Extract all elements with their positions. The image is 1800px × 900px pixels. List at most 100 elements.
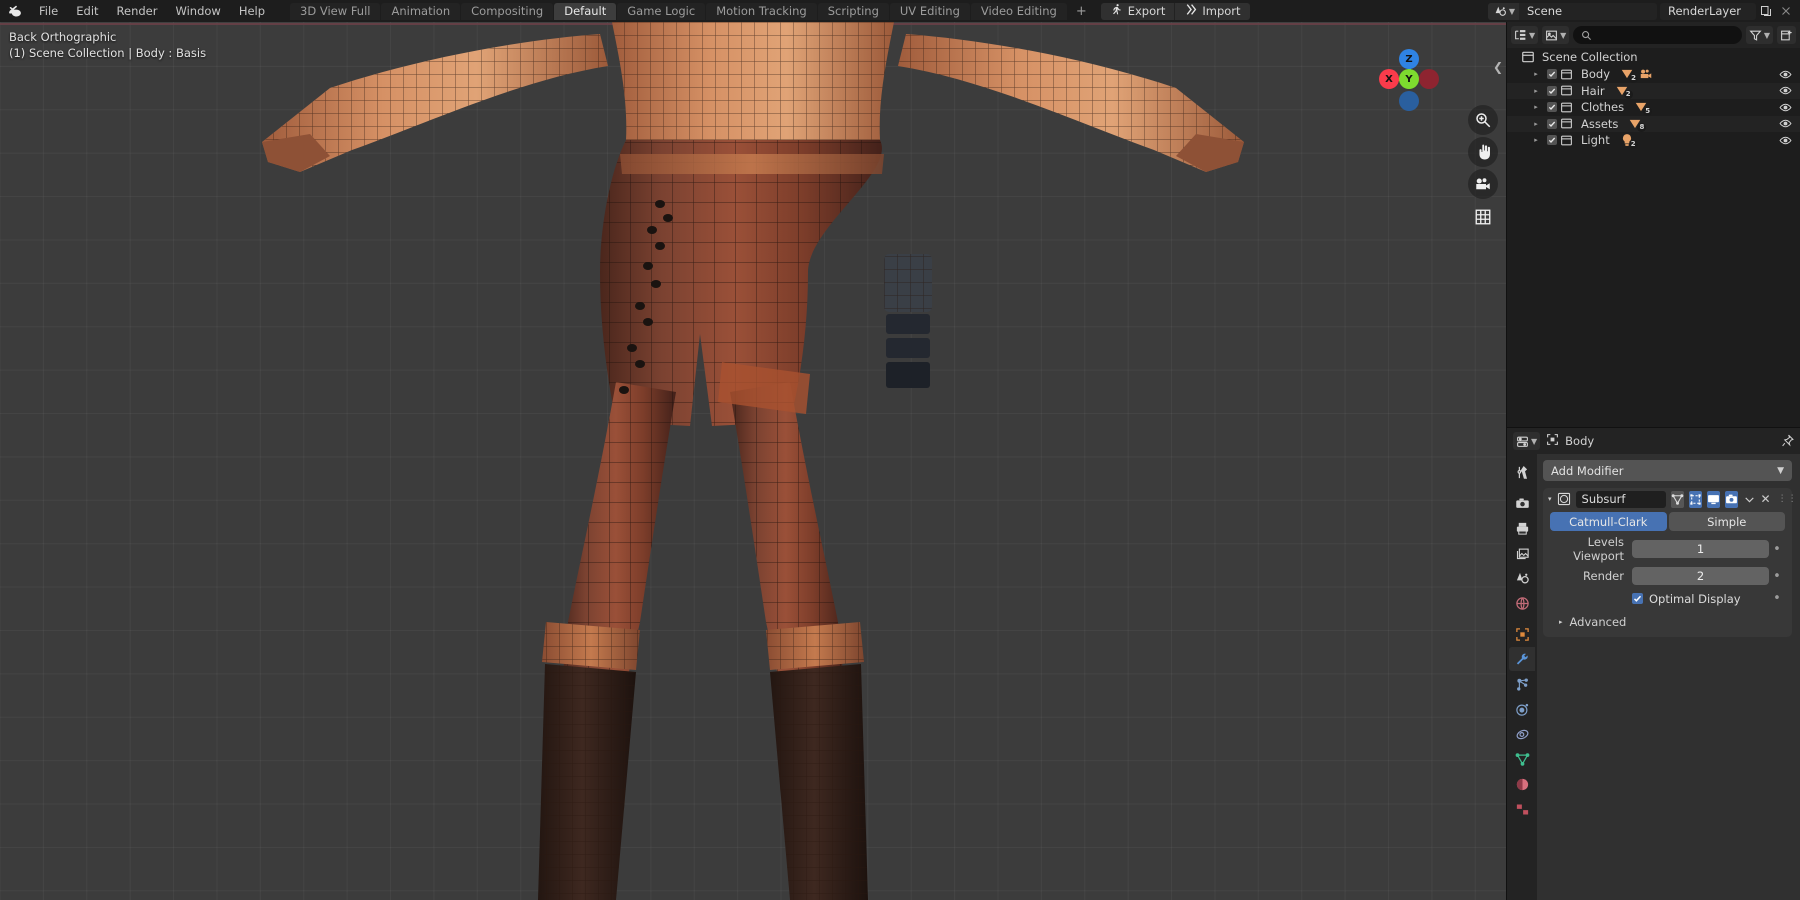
edit-mode-toggle[interactable] (1688, 490, 1702, 508)
add-modifier-button[interactable]: Add Modifier ▼ (1543, 460, 1792, 481)
menu-render[interactable]: Render (108, 0, 167, 22)
visibility-eye-icon[interactable] (1776, 117, 1794, 130)
chevron-left-icon[interactable]: ❮ (1493, 60, 1503, 74)
advanced-section-row[interactable]: ▸ Advanced (1559, 615, 1785, 629)
delete-modifier-close-x-icon[interactable]: ✕ (1761, 492, 1771, 506)
export-button[interactable]: Export (1101, 3, 1175, 20)
light-data-icon[interactable]: 2 (1620, 133, 1638, 149)
expand-triangle-icon[interactable]: ▸ (1529, 87, 1543, 95)
import-button[interactable]: Import (1174, 2, 1249, 20)
navigation-gizmo[interactable]: Z X Y (1366, 36, 1450, 120)
gizmo-neg-x-ball[interactable] (1419, 69, 1439, 89)
drag-grip-icon[interactable]: ⋮⋮ (1778, 495, 1797, 504)
close-x-icon[interactable] (1776, 3, 1796, 20)
tab-physics[interactable] (1509, 697, 1535, 721)
mesh-data-icon[interactable]: 2 (1620, 67, 1639, 83)
menu-edit[interactable]: Edit (67, 0, 107, 22)
tab-default[interactable]: Default (554, 2, 617, 20)
render-levels-value[interactable]: 2 (1632, 567, 1769, 585)
animate-property-dot-icon[interactable]: • (1769, 591, 1785, 606)
hand-pan-icon[interactable] (1468, 137, 1498, 167)
outliner-row-assets[interactable]: ▸ Assets 8 (1507, 115, 1800, 133)
tab-modifiers[interactable] (1509, 647, 1535, 671)
tab-object[interactable] (1509, 622, 1535, 646)
tab-world[interactable] (1509, 591, 1535, 615)
levels-viewport-value[interactable]: 1 (1632, 540, 1769, 558)
outliner-row-light[interactable]: ▸ Light 2 (1507, 132, 1800, 149)
checkbox-body[interactable] (1543, 69, 1560, 80)
scene-selector[interactable]: ▼ Scene (1487, 2, 1657, 20)
checkbox-assets[interactable] (1543, 118, 1560, 129)
gizmo-y-ball[interactable]: Y (1399, 69, 1419, 89)
animate-property-dot-icon[interactable]: • (1769, 542, 1785, 557)
search-input[interactable] (1597, 28, 1734, 42)
outliner-scene-collection-row[interactable]: Scene Collection (1507, 48, 1800, 66)
render-layer-name-field[interactable]: RenderLayer (1660, 3, 1756, 20)
expand-triangle-icon[interactable]: ▸ (1529, 136, 1543, 144)
outliner-row-hair[interactable]: ▸ Hair 2 (1507, 82, 1800, 100)
tab-game-logic[interactable]: Game Logic (617, 2, 706, 20)
gizmo-z-ball[interactable]: Z (1399, 49, 1419, 69)
menu-file[interactable]: File (30, 0, 67, 22)
mesh-data-icon[interactable]: 2 (1615, 83, 1633, 100)
character-mesh-object[interactable] (0, 22, 1506, 900)
gizmo-x-ball[interactable]: X (1379, 69, 1399, 89)
on-cage-toggle[interactable] (1670, 490, 1684, 508)
visibility-eye-icon[interactable] (1776, 68, 1794, 81)
tab-constraints[interactable] (1509, 722, 1535, 746)
expand-triangle-icon[interactable]: ▸ (1529, 70, 1543, 78)
outliner-display-mode-icon[interactable]: ▼ (1511, 26, 1539, 44)
checkbox-hair[interactable] (1543, 85, 1560, 96)
scene-icon[interactable]: ▼ (1487, 2, 1519, 20)
outliner-search[interactable] (1573, 26, 1742, 44)
checkbox-clothes[interactable] (1543, 102, 1560, 113)
pin-icon[interactable] (1781, 432, 1794, 451)
tab-compositing[interactable]: Compositing (461, 2, 554, 20)
modifier-extras-chevron-down-icon[interactable] (1743, 491, 1756, 508)
tab-object-data[interactable] (1509, 747, 1535, 771)
optimal-display-checkbox[interactable] (1632, 593, 1643, 604)
catmull-clark-button[interactable]: Catmull-Clark (1550, 512, 1667, 531)
blender-logo-icon[interactable] (0, 0, 30, 22)
checkbox-light[interactable] (1543, 135, 1560, 146)
tab-texture[interactable] (1509, 797, 1535, 821)
visibility-eye-icon[interactable] (1776, 84, 1794, 97)
tab-output[interactable] (1509, 516, 1535, 540)
grid-icon[interactable] (1468, 202, 1498, 232)
outliner-row-clothes[interactable]: ▸ Clothes 5 (1507, 99, 1800, 116)
funnel-filter-icon[interactable]: ▼ (1745, 26, 1773, 44)
3d-viewport[interactable]: Back Orthographic (1) Scene Collection |… (0, 22, 1506, 900)
expand-triangle-icon[interactable]: ▸ (1529, 103, 1543, 111)
expand-triangle-icon[interactable]: ▾ (1548, 495, 1552, 503)
outliner-row-body[interactable]: ▸ Body 2 (1507, 66, 1800, 83)
simple-button[interactable]: Simple (1668, 512, 1785, 531)
properties-editor-icon[interactable]: ▼ (1513, 432, 1541, 450)
tab-material[interactable] (1509, 772, 1535, 796)
tab-motion-tracking[interactable]: Motion Tracking (706, 2, 817, 20)
camera-data-icon[interactable] (1639, 67, 1656, 82)
tab-uv-editing[interactable]: UV Editing (889, 2, 970, 20)
tab-3d-view-full[interactable]: 3D View Full (290, 2, 381, 20)
image-id-icon[interactable]: ▼ (1542, 26, 1570, 44)
mesh-data-icon[interactable]: 8 (1628, 116, 1647, 133)
gizmo-neg-z-ball[interactable] (1399, 91, 1419, 111)
camera-icon[interactable] (1468, 169, 1498, 199)
tab-render[interactable] (1509, 491, 1535, 515)
expand-triangle-icon[interactable]: ▸ (1529, 120, 1543, 128)
modifier-name-field[interactable]: Subsurf (1575, 490, 1666, 508)
tab-scripting[interactable]: Scripting (817, 2, 889, 20)
tab-particles[interactable] (1509, 672, 1535, 696)
animate-property-dot-icon[interactable]: • (1769, 569, 1785, 584)
tab-scene[interactable] (1509, 566, 1535, 590)
mesh-data-icon[interactable]: 5 (1634, 100, 1653, 116)
tab-tool[interactable] (1509, 460, 1535, 484)
menu-help[interactable]: Help (230, 0, 274, 22)
copy-icon[interactable] (1756, 3, 1776, 20)
render-toggle[interactable] (1724, 490, 1738, 508)
visibility-eye-icon[interactable] (1776, 134, 1794, 147)
tab-animation[interactable]: Animation (381, 2, 461, 20)
realtime-display-toggle[interactable] (1706, 490, 1720, 508)
zoom-icon[interactable] (1468, 105, 1498, 135)
add-workspace-button[interactable]: + (1068, 4, 1095, 19)
menu-window[interactable]: Window (166, 0, 229, 22)
